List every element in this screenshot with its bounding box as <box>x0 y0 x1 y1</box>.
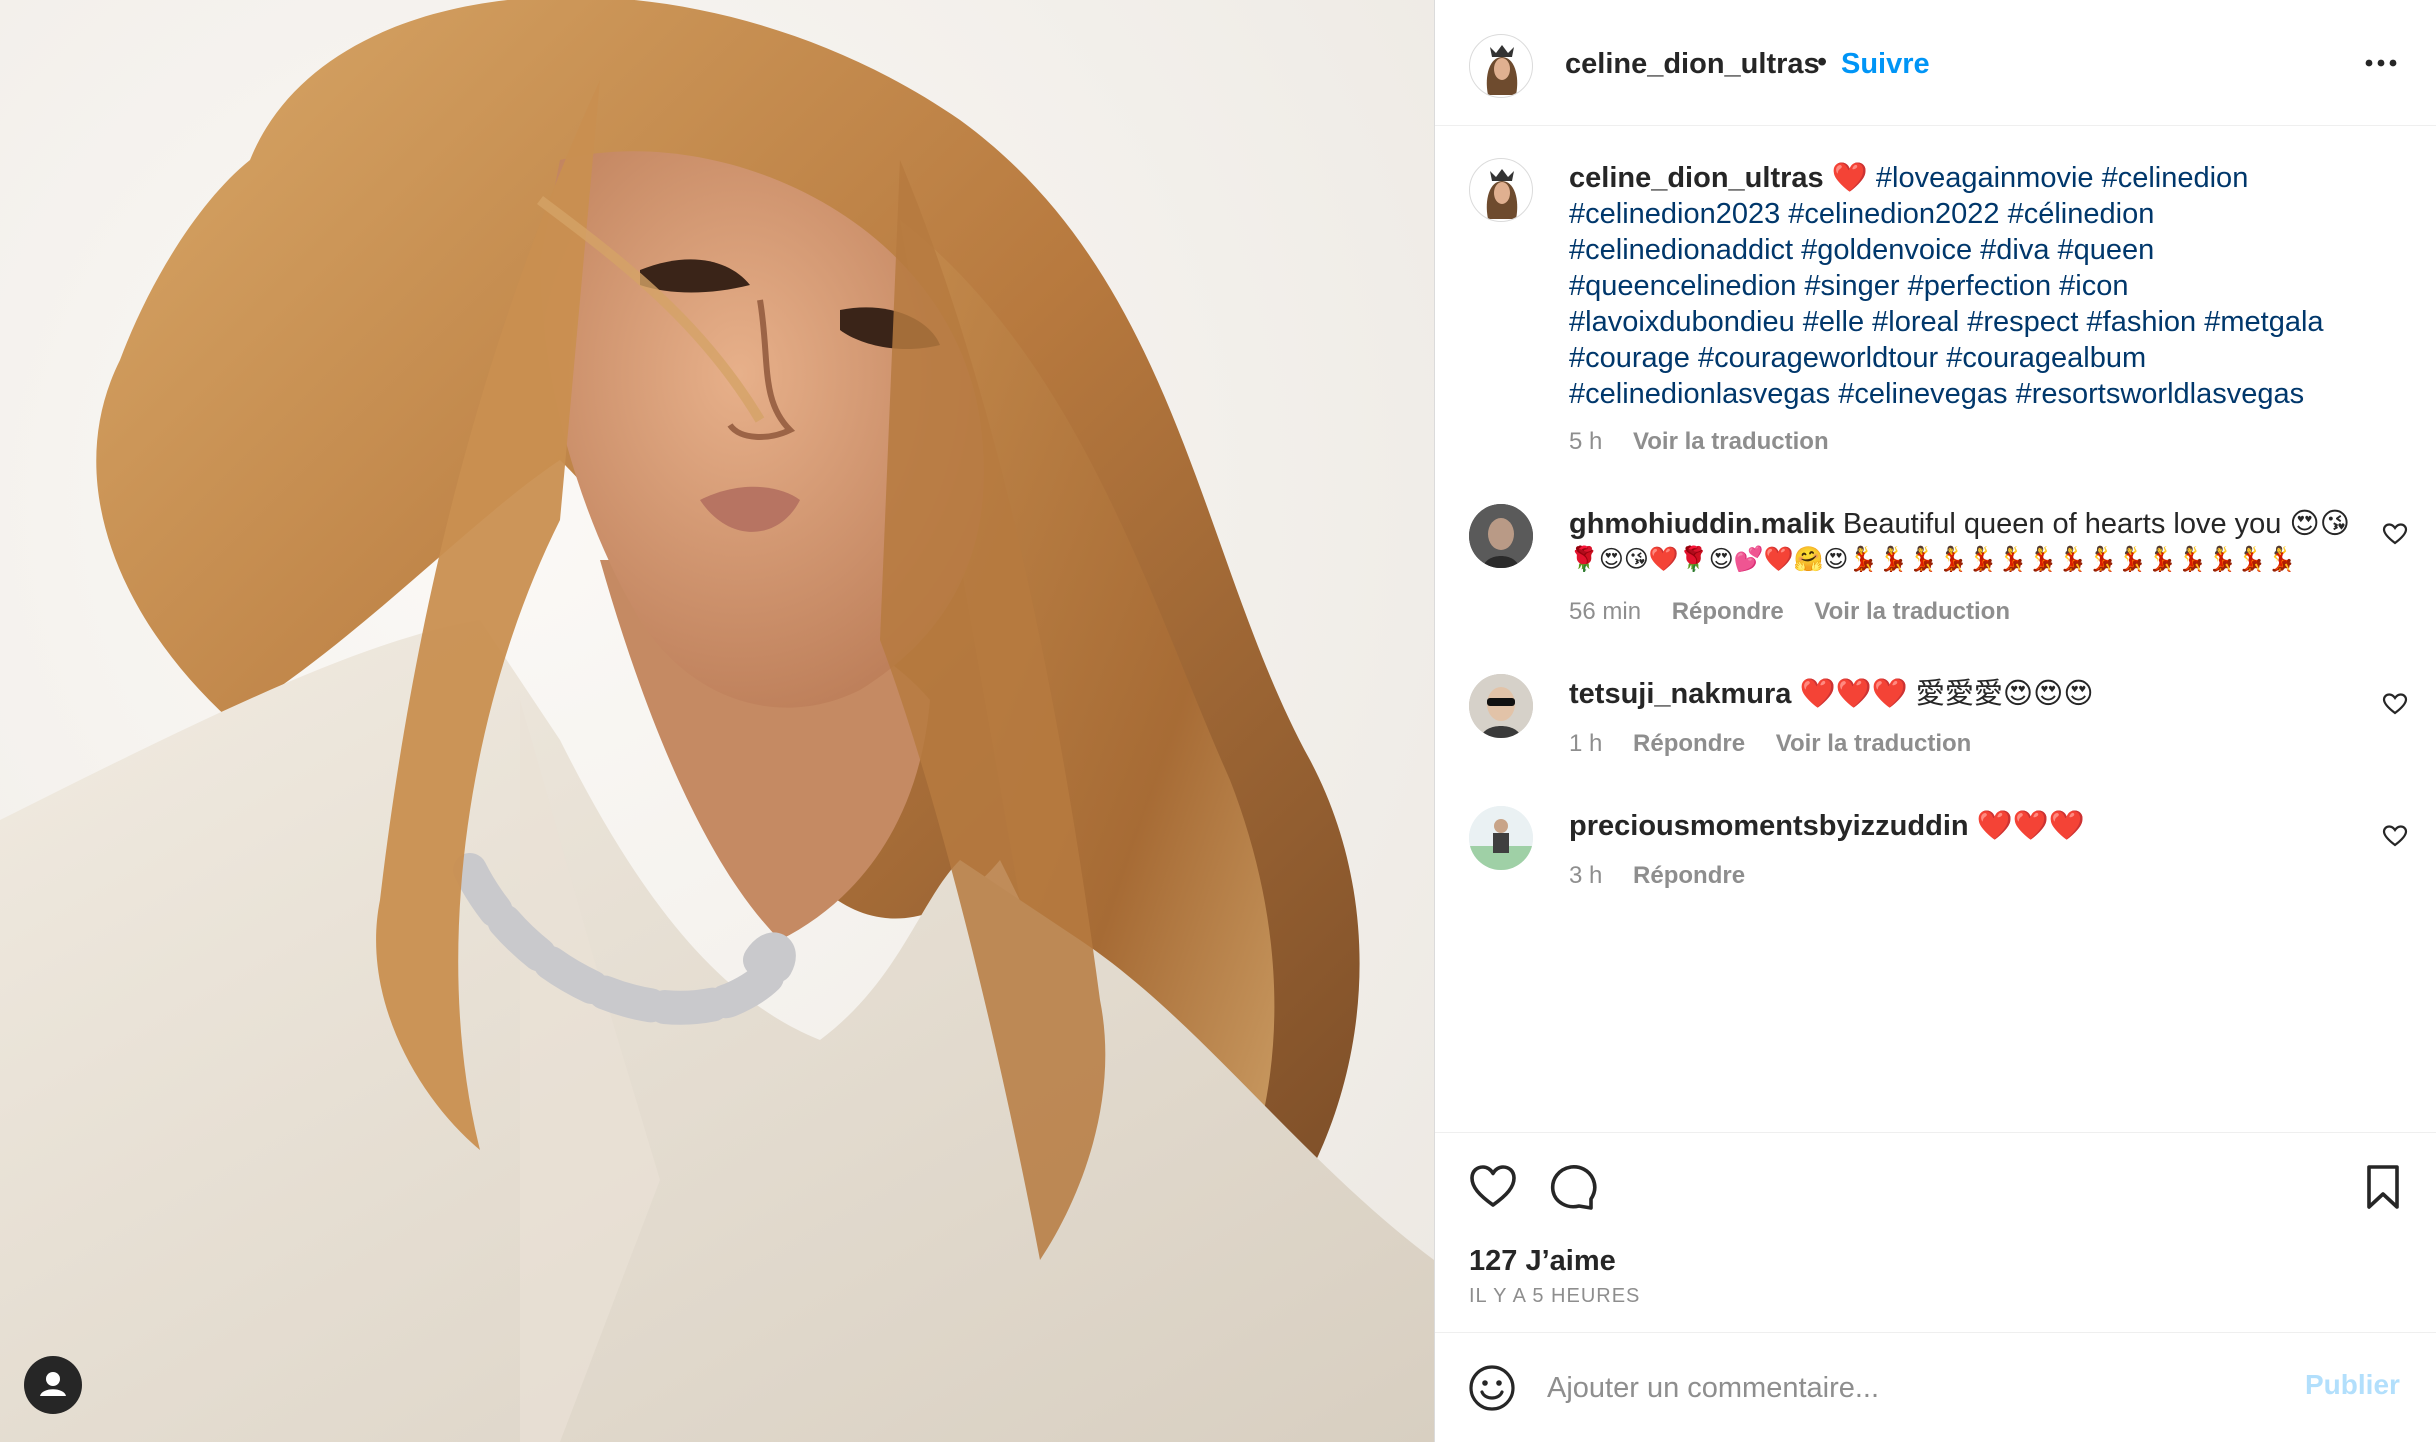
comment-bubble-icon <box>1550 1165 1597 1210</box>
comment-line-1: tetsuji_nakmura ❤️❤️❤️ 愛愛愛😍😍😍 <box>1569 676 2094 712</box>
comment-time: 56 min <box>1569 598 1642 625</box>
comment-like-button[interactable] <box>2382 522 2408 546</box>
caption-line-6[interactable]: #courage #courageworldtour #couragealbum <box>1569 340 2146 376</box>
header-separator: • <box>1817 46 1828 78</box>
commenter-avatar[interactable] <box>1469 674 1533 738</box>
follow-button[interactable]: Suivre <box>1841 48 1930 81</box>
avatar-image <box>1469 674 1533 738</box>
save-button[interactable] <box>2357 1161 2409 1213</box>
user-profile-icon <box>40 1372 66 1396</box>
portrait-photo <box>0 0 1434 1442</box>
reply-button[interactable]: Répondre <box>1633 730 1745 757</box>
caption-author-avatar[interactable] <box>1469 158 1533 222</box>
comment-username[interactable]: ghmohiuddin.malik <box>1569 508 1835 540</box>
comment-button[interactable] <box>1547 1161 1599 1213</box>
post-header: celine_dion_ultras • Suivre <box>1435 0 2436 126</box>
post-actions: 127 J’aime IL Y A 5 HEURES <box>1435 1132 2436 1332</box>
heart-outline-icon <box>1470 1165 1516 1207</box>
comment-line-1: ghmohiuddin.malik Beautiful queen of hea… <box>1569 506 2350 542</box>
comment-time: 1 h <box>1569 730 1603 757</box>
author-username[interactable]: celine_dion_ultras <box>1565 48 1820 81</box>
post-side-panel: celine_dion_ultras • Suivre celine_dion_… <box>1434 0 2436 1442</box>
more-options-button[interactable] <box>2361 48 2401 78</box>
heart-small-icon <box>2382 693 2408 715</box>
likes-count[interactable]: 127 J’aime <box>1469 1245 1616 1278</box>
comment-time: 3 h <box>1569 862 1603 889</box>
comment-line-1: preciousmomentsbyizzuddin ❤️❤️❤️ <box>1569 808 2085 844</box>
comment-text: Beautiful queen of hearts love you 😍😘 <box>1842 508 2350 540</box>
comment-translate-link[interactable]: Voir la traduction <box>1814 598 2010 625</box>
like-button[interactable] <box>1467 1161 1519 1213</box>
comment-meta: 3 h Répondre <box>1569 862 1769 890</box>
comment-meta: 56 min Répondre Voir la traduction <box>1569 598 2034 626</box>
avatar-image <box>1486 45 1518 95</box>
avatar-image <box>1486 169 1518 219</box>
caption-meta: 5 h Voir la traduction <box>1569 428 1853 456</box>
comment-input[interactable] <box>1547 1363 2247 1413</box>
commenter-avatar[interactable] <box>1469 504 1533 568</box>
caption-line-4[interactable]: #queencelinedion #singer #perfection #ic… <box>1569 268 2128 304</box>
comment-username[interactable]: tetsuji_nakmura <box>1569 678 1791 710</box>
comment-text: ❤️❤️❤️ <box>1976 810 2085 842</box>
heart-emoji: ❤️ <box>1831 162 1868 194</box>
bookmark-icon <box>2367 1165 2399 1209</box>
commenter-avatar[interactable] <box>1469 806 1533 870</box>
emoji-button[interactable] <box>1467 1363 1517 1413</box>
comment-like-button[interactable] <box>2382 692 2408 716</box>
instagram-post-window: celine_dion_ultras • Suivre celine_dion_… <box>0 0 2436 1442</box>
reply-button[interactable]: Répondre <box>1633 862 1745 889</box>
caption-line-5[interactable]: #lavoixdubondieu #elle #loreal #respect … <box>1569 304 2324 340</box>
reply-button[interactable]: Répondre <box>1672 598 1784 625</box>
caption-hashtags[interactable]: #loveagainmovie #celinedion <box>1876 162 2248 194</box>
comment-translate-link[interactable]: Voir la traduction <box>1776 730 1972 757</box>
caption-line-7[interactable]: #celinedionlasvegas #celinevegas #resort… <box>1569 376 2304 412</box>
caption-time: 5 h <box>1569 428 1603 455</box>
comment-line-2: 🌹😍😘❤️🌹😍💕❤️🤗😍💃💃💃💃💃💃💃💃💃💃💃💃💃💃💃 <box>1569 546 2297 573</box>
avatar-image <box>1469 504 1533 568</box>
comment-username[interactable]: preciousmomentsbyizzuddin <box>1569 810 1969 842</box>
caption-line-3[interactable]: #celinedionaddict #goldenvoice #diva #qu… <box>1569 232 2154 268</box>
heart-small-icon <box>2382 825 2408 847</box>
caption-line-1: celine_dion_ultras ❤️ #loveagainmovie #c… <box>1569 160 2248 196</box>
tagged-users-button[interactable] <box>24 1356 82 1414</box>
comment-meta: 1 h Répondre Voir la traduction <box>1569 730 1995 758</box>
comment-like-button[interactable] <box>2382 824 2408 848</box>
publish-button[interactable]: Publier <box>2305 1369 2400 1401</box>
caption-line-2[interactable]: #celinedion2023 #celinedion2022 #célined… <box>1569 196 2154 232</box>
comment-composer: Publier <box>1435 1332 2436 1442</box>
comment-text: ❤️❤️❤️ 愛愛愛😍😍😍 <box>1799 678 2094 710</box>
post-image[interactable] <box>0 0 1434 1442</box>
caption-translate-link[interactable]: Voir la traduction <box>1633 428 1829 455</box>
heart-small-icon <box>2382 523 2408 545</box>
more-horizontal-icon <box>2365 59 2397 67</box>
avatar-image <box>1469 806 1533 870</box>
post-timestamp: IL Y A 5 HEURES <box>1469 1285 1641 1307</box>
caption-username[interactable]: celine_dion_ultras <box>1569 162 1824 194</box>
author-avatar[interactable] <box>1469 34 1533 98</box>
smiley-icon <box>1469 1365 1515 1411</box>
